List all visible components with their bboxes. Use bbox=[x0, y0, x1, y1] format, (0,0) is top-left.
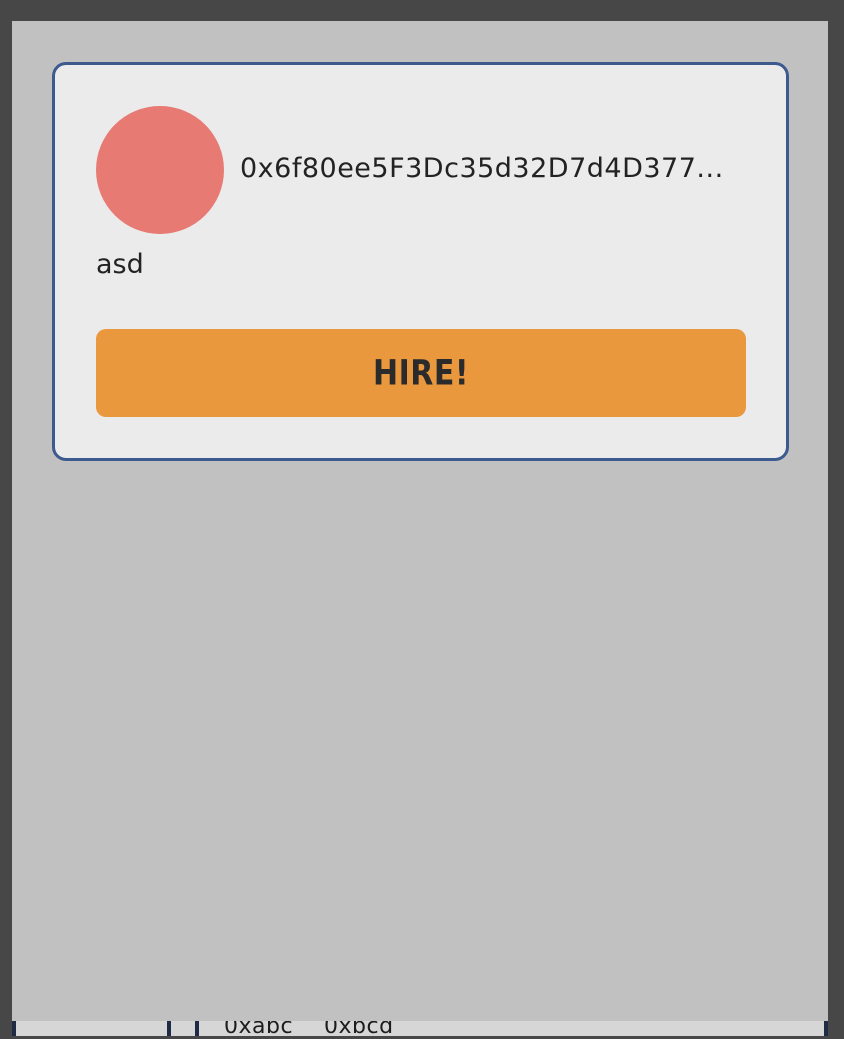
profile-description: asd bbox=[96, 249, 144, 280]
profile-card: 0x6f80ee5F3Dc35d32D7d4D377... asd HIRE! bbox=[52, 62, 789, 461]
hire-button[interactable]: HIRE! bbox=[96, 329, 746, 417]
hire-button-label: HIRE! bbox=[372, 352, 470, 394]
wallet-address: 0x6f80ee5F3Dc35d32D7d4D377... bbox=[240, 153, 724, 184]
avatar bbox=[96, 106, 224, 234]
modal-overlay[interactable]: 0x6f80ee5F3Dc35d32D7d4D377... asd HIRE! bbox=[12, 21, 828, 1021]
